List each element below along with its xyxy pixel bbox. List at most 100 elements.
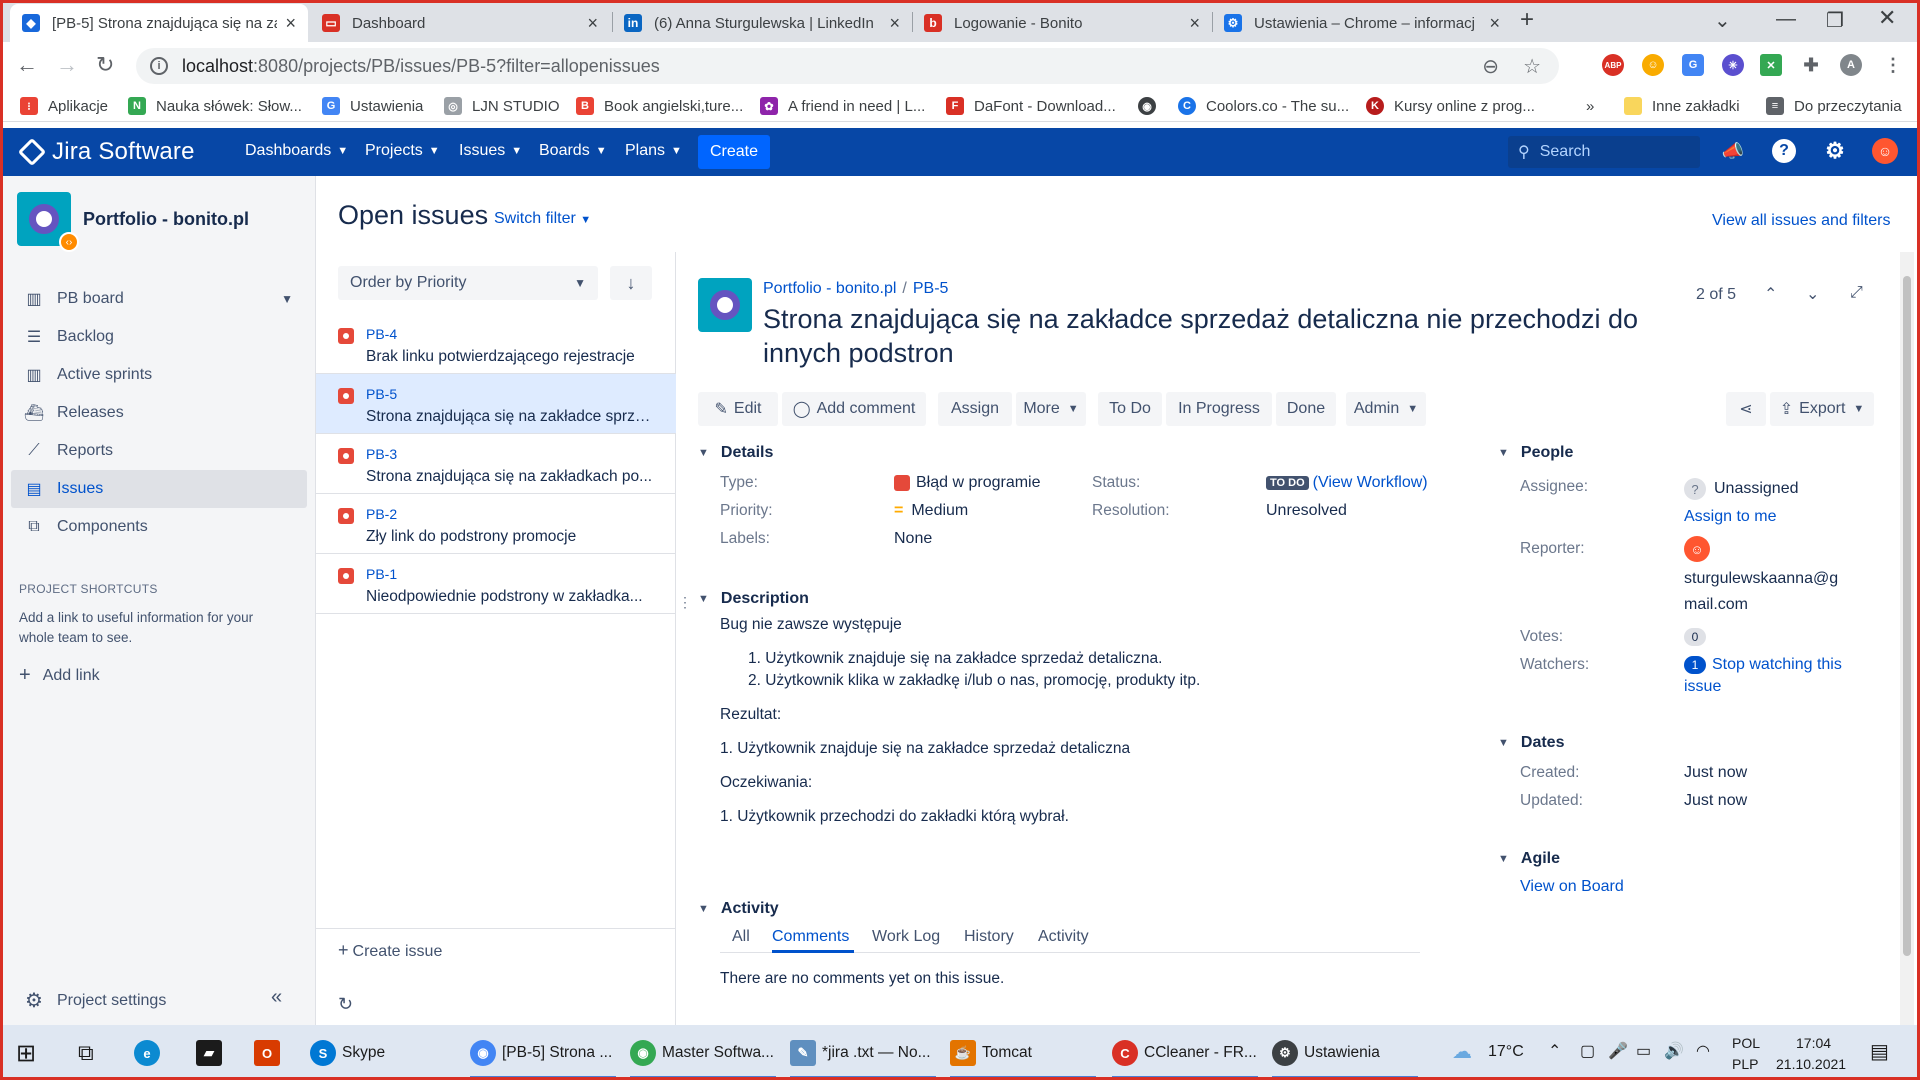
stop-watching-link[interactable]: issue bbox=[1684, 678, 1721, 696]
tab-activity[interactable]: Activity bbox=[1038, 928, 1089, 946]
tray-app-icon[interactable]: ▢ bbox=[1580, 1041, 1595, 1061]
tray-chevron-icon[interactable]: ⌃ bbox=[1548, 1041, 1561, 1061]
close-icon[interactable]: × bbox=[1489, 13, 1500, 34]
bookmark-item[interactable]: K Kursy online z prog... bbox=[1366, 94, 1535, 118]
chevron-down-icon[interactable]: ⌄ bbox=[1806, 284, 1819, 304]
issue-row-pb-2[interactable]: PB-2 Zły link do podstrony promocje bbox=[316, 494, 676, 554]
browser-tab-linkedin[interactable]: in (6) Anna Sturgulewska | LinkedIn × bbox=[612, 4, 912, 42]
to-do-button[interactable]: To Do bbox=[1098, 392, 1162, 426]
taskbar-chrome-jira[interactable]: ◉ [PB-5] Strona ... bbox=[470, 1033, 616, 1079]
close-icon[interactable]: × bbox=[1189, 13, 1200, 34]
clock-date[interactable]: 21.10.2021 bbox=[1776, 1056, 1846, 1072]
votes-value[interactable]: 0 bbox=[1684, 628, 1706, 646]
agile-section-toggle[interactable]: ▼ Agile bbox=[1498, 850, 1560, 868]
sidebar-item-releases[interactable]: ⛴ Releases bbox=[11, 394, 307, 432]
bookmark-star-icon[interactable]: ☆ bbox=[1523, 54, 1541, 79]
notifications-icon[interactable]: ▤ bbox=[1870, 1039, 1889, 1064]
share-button[interactable]: ⋖ bbox=[1726, 392, 1766, 426]
done-button[interactable]: Done bbox=[1276, 392, 1336, 426]
create-button[interactable]: Create bbox=[698, 135, 770, 169]
issue-row-pb-3[interactable]: PB-3 Strona znajdująca się na zakładkach … bbox=[316, 434, 676, 494]
translate-icon[interactable]: G bbox=[1682, 54, 1704, 76]
edit-button[interactable]: ✎ Edit bbox=[698, 392, 778, 426]
view-on-board-link[interactable]: View on Board bbox=[1520, 878, 1624, 896]
wifi-icon[interactable]: ◠ bbox=[1696, 1041, 1710, 1061]
menu-dashboards[interactable]: Dashboards ▼ bbox=[245, 142, 348, 160]
browser-tab-bonito[interactable]: b Logowanie - Bonito × bbox=[912, 4, 1212, 42]
switch-filter-button[interactable]: Switch filter ▼ bbox=[494, 210, 591, 228]
taskbar-chrome-master[interactable]: ◉ Master Softwa... bbox=[630, 1033, 776, 1079]
microphone-icon[interactable]: 🎤 bbox=[1608, 1041, 1628, 1061]
temperature[interactable]: 17°C bbox=[1488, 1043, 1524, 1061]
close-icon[interactable]: × bbox=[889, 13, 900, 34]
bookmark-item[interactable]: B Book angielski,ture... bbox=[576, 94, 743, 118]
stop-watching-link[interactable]: Stop watching this bbox=[1712, 656, 1842, 674]
site-info-icon[interactable]: i bbox=[150, 57, 168, 75]
create-issue-button[interactable]: + Create issue bbox=[338, 940, 442, 961]
clock-time[interactable]: 17:04 bbox=[1796, 1035, 1831, 1051]
view-workflow-link[interactable]: View Workflow bbox=[1318, 474, 1422, 492]
menu-icon[interactable]: ⋮ bbox=[1882, 54, 1904, 76]
volume-icon[interactable]: 🔊 bbox=[1664, 1041, 1684, 1061]
people-section-toggle[interactable]: ▼ People bbox=[1498, 444, 1573, 462]
taskbar-ccleaner[interactable]: C CCleaner - FR... bbox=[1112, 1033, 1258, 1079]
view-all-issues-link[interactable]: View all issues and filters bbox=[1712, 212, 1890, 230]
reading-list[interactable]: ≡ Do przeczytania bbox=[1766, 94, 1902, 118]
taskbar-tomcat[interactable]: ☕ Tomcat bbox=[950, 1033, 1096, 1079]
start-icon[interactable]: ⊞ bbox=[16, 1033, 36, 1073]
admin-button[interactable]: Admin ▼ bbox=[1346, 392, 1426, 426]
browser-tab-jira[interactable]: ◆ [PB-5] Strona znajdująca się na za × bbox=[10, 4, 308, 42]
expand-icon[interactable]: ⤢ bbox=[1850, 284, 1863, 302]
chevron-up-icon[interactable]: ⌃ bbox=[1764, 284, 1777, 304]
tab-comments[interactable]: Comments bbox=[772, 928, 849, 946]
bookmark-item[interactable]: ✿ A friend in need | L... bbox=[760, 94, 925, 118]
help-icon[interactable]: ? bbox=[1772, 139, 1796, 163]
menu-issues[interactable]: Issues ▼ bbox=[459, 142, 522, 160]
settings-gear-icon[interactable]: ⚙ bbox=[1822, 138, 1848, 164]
search-input[interactable]: ⚲ Search bbox=[1508, 136, 1700, 168]
browser-tab-settings[interactable]: ⚙ Ustawienia – Chrome – informacj × bbox=[1212, 4, 1512, 42]
menu-projects[interactable]: Projects ▼ bbox=[365, 142, 440, 160]
bookmark-item[interactable]: ◉ bbox=[1138, 94, 1166, 118]
bookmarks-overflow[interactable]: » bbox=[1586, 94, 1594, 118]
issue-row-pb-1[interactable]: PB-1 Nieodpowiednie podstrony w zakładka.… bbox=[316, 554, 676, 614]
megaphone-icon[interactable]: 📣 bbox=[1720, 138, 1746, 164]
scrollbar-thumb[interactable] bbox=[1903, 276, 1911, 956]
taskbar-edge[interactable]: e bbox=[134, 1033, 166, 1073]
order-by-select[interactable]: Order by Priority ▼ bbox=[338, 266, 598, 300]
sidebar-item-reports[interactable]: ⟋ Reports bbox=[11, 432, 307, 470]
tab-history[interactable]: History bbox=[964, 928, 1014, 946]
zoom-icon[interactable]: ⊖ bbox=[1482, 54, 1499, 79]
scrollbar[interactable] bbox=[1900, 252, 1914, 1025]
tab-work-log[interactable]: Work Log bbox=[872, 928, 940, 946]
bookmark-item[interactable]: G Ustawienia bbox=[322, 94, 423, 118]
taskbar-settings[interactable]: ⚙ Ustawienia bbox=[1272, 1033, 1418, 1079]
keyboard-layout[interactable]: PLP bbox=[1732, 1056, 1758, 1072]
taskbar-office[interactable]: O bbox=[254, 1033, 286, 1073]
reload-icon[interactable]: ↻ bbox=[96, 52, 114, 78]
jira-logo[interactable]: Jira Software bbox=[17, 137, 195, 167]
details-section-toggle[interactable]: ▼ Details bbox=[698, 444, 773, 462]
activity-section-toggle[interactable]: ▼ Activity bbox=[698, 900, 779, 918]
assign-button[interactable]: Assign bbox=[938, 392, 1012, 426]
in-progress-button[interactable]: In Progress bbox=[1166, 392, 1272, 426]
taskbar-notepad[interactable]: ✎ *jira .txt — No... bbox=[790, 1033, 936, 1079]
bookmark-item[interactable]: ◎ LJN STUDIO bbox=[444, 94, 560, 118]
language-indicator[interactable]: POL bbox=[1732, 1035, 1760, 1051]
battery-icon[interactable]: ▭ bbox=[1636, 1041, 1651, 1061]
breadcrumb-issue-key[interactable]: PB-5 bbox=[913, 280, 949, 297]
task-view-icon[interactable]: ⧉ bbox=[78, 1033, 94, 1073]
taskbar-notes[interactable]: ▰ bbox=[196, 1033, 228, 1073]
extension-icon[interactable]: ✳ bbox=[1722, 54, 1744, 76]
extension-icon[interactable]: ☺ bbox=[1642, 54, 1664, 76]
description-section-toggle[interactable]: ▼ Description bbox=[698, 590, 809, 608]
export-button[interactable]: ⇪ Export ▼ bbox=[1770, 392, 1874, 426]
forward-icon[interactable]: → bbox=[56, 52, 78, 78]
close-icon[interactable]: × bbox=[587, 13, 598, 34]
extension-icon[interactable]: ✕ bbox=[1760, 54, 1782, 76]
tab-search-icon[interactable]: ⌄ bbox=[1714, 8, 1731, 33]
bookmark-item[interactable]: F DaFont - Download... bbox=[946, 94, 1116, 118]
assign-to-me-link[interactable]: Assign to me bbox=[1684, 508, 1776, 526]
issue-row-pb-4[interactable]: PB-4 Brak linku potwierdzającego rejestra… bbox=[316, 314, 676, 374]
adblock-icon[interactable]: ABP bbox=[1602, 54, 1624, 76]
